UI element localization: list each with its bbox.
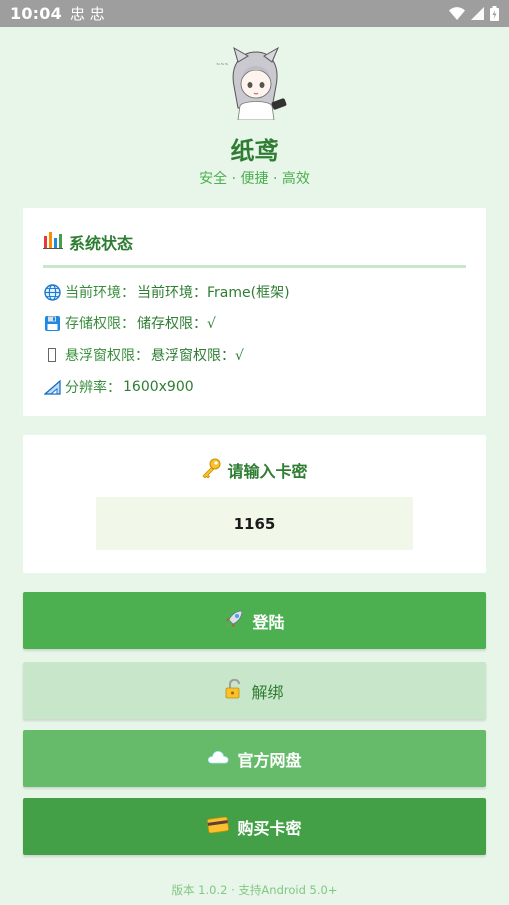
key-prompt: 请输入卡密 — [23, 458, 486, 482]
app-title: 纸鸢 — [230, 137, 279, 165]
system-status-header: 系统状态 — [43, 230, 133, 254]
app-avatar: ~~~ — [214, 46, 296, 121]
system-status-card: 系统状态 当前环境： 当前环境：Frame(框架) 存储权限： 储存权限：√ 悬… — [23, 208, 486, 416]
svg-text:~~~: ~~~ — [216, 62, 229, 68]
status-row-resolution: 分辨率： 1600x900 — [43, 377, 194, 397]
login-button[interactable]: 登陆 — [23, 592, 486, 649]
cloud-icon — [207, 749, 229, 768]
globe-icon — [43, 283, 61, 301]
storage-label: 存储权限： — [65, 316, 135, 332]
unbind-label: 解绑 — [251, 682, 284, 702]
status-row-storage: 存储权限： 储存权限：√ — [43, 313, 216, 333]
app-subtitle: 安全 · 便捷 · 高效 — [199, 171, 310, 187]
environment-value: 当前环境：Frame(框架) — [137, 285, 290, 301]
credit-card-icon — [207, 816, 230, 837]
resolution-value: 1600x900 — [123, 379, 194, 395]
triangle-ruler-icon — [43, 378, 61, 396]
buy-key-button[interactable]: 购买卡密 — [23, 798, 486, 855]
resolution-label: 分辨率： — [65, 380, 121, 396]
overlay-label: 悬浮窗权限： — [65, 348, 149, 364]
rocket-icon — [224, 609, 244, 633]
cloud-disk-label: 官方网盘 — [237, 750, 302, 770]
cellular-signal-icon — [471, 7, 484, 20]
unlocked-padlock-icon — [225, 678, 243, 703]
login-label: 登陆 — [252, 612, 285, 632]
status-row-overlay: 悬浮窗权限： 悬浮窗权限：√ — [43, 345, 244, 365]
key-prompt-label: 请输入卡密 — [227, 462, 308, 481]
battery-icon — [490, 6, 499, 21]
environment-label: 当前环境： — [65, 285, 135, 301]
divider — [43, 265, 466, 268]
overlay-value: 悬浮窗权限：√ — [151, 348, 244, 364]
system-status-title: 系统状态 — [69, 234, 134, 253]
key-entry-card: 请输入卡密 — [23, 435, 486, 573]
status-row-environment: 当前环境： 当前环境：Frame(框架) — [43, 282, 290, 302]
bar-chart-icon — [43, 231, 63, 253]
unbind-button[interactable]: 解绑 — [23, 662, 486, 719]
key-icon — [201, 458, 221, 482]
cloud-disk-button[interactable]: 官方网盘 — [23, 730, 486, 787]
storage-value: 储存权限：√ — [137, 316, 216, 332]
placeholder-glyph-icon — [43, 346, 61, 364]
status-bar: 10:04 忠 忠 — [0, 0, 509, 27]
version-footer: 版本 1.0.2 · 支持Android 5.0+ — [171, 883, 338, 897]
clock: 10:04 — [10, 4, 62, 23]
notification-icons: 忠 忠 — [69, 5, 105, 23]
card-key-input[interactable] — [96, 497, 413, 550]
floppy-disk-icon — [43, 314, 61, 332]
wifi-icon — [449, 7, 465, 20]
system-tray — [449, 6, 499, 21]
buy-key-label: 购买卡密 — [237, 818, 302, 838]
